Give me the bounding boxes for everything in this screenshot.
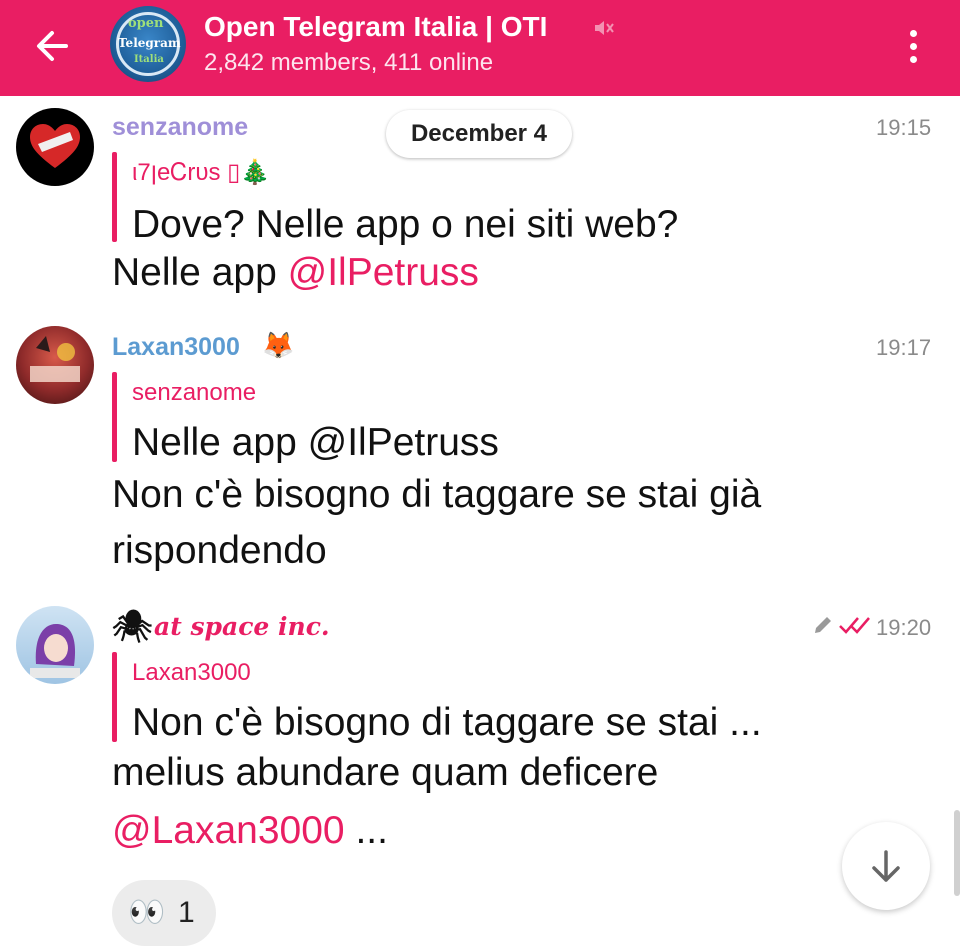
message-text-line-2: @Laxan3000 ... [112, 806, 388, 856]
reply-author[interactable]: Laxan3000 [132, 658, 251, 688]
chat-subtitle: 2,842 members, 411 online [204, 49, 494, 76]
reaction-chip[interactable]: 👀 1 [112, 880, 216, 946]
avatar-text-1: open [128, 16, 164, 31]
chat-title[interactable]: Open Telegram Italia | OTI [204, 10, 547, 44]
sender-badge: 🦊 [262, 330, 295, 360]
scrollbar[interactable] [954, 810, 960, 896]
avatar-text-2: Telegram [118, 36, 181, 50]
reply-bar [112, 372, 117, 462]
message-text: Nelle app @IlPetruss [112, 248, 479, 298]
avatar[interactable] [16, 326, 94, 404]
sender-name[interactable]: senzanome [112, 112, 248, 142]
chat-header: open Telegram Italia Open Telegram Itali… [0, 0, 960, 96]
menu-button[interactable] [898, 24, 930, 68]
heart-icon [30, 124, 80, 168]
avatar[interactable] [16, 606, 94, 684]
group-avatar[interactable]: open Telegram Italia [110, 6, 186, 82]
sender-prefix-icon: 🕷 [112, 608, 153, 644]
anime-avatar-icon [30, 624, 80, 678]
anime-avatar-icon [30, 336, 80, 382]
reply-bar [112, 152, 117, 242]
message-text-tail: ... [344, 809, 388, 852]
reply-bar [112, 652, 117, 742]
arrow-left-icon [37, 31, 68, 61]
arrow-down-icon [872, 850, 900, 882]
pencil-icon [812, 614, 834, 636]
eyes-emoji: 👀 [128, 896, 166, 929]
reply-author[interactable]: senzanome [132, 378, 256, 408]
avatar-text-3: Italia [134, 54, 164, 65]
message-time: 19:15 [876, 115, 932, 140]
scroll-down-button[interactable] [842, 822, 930, 910]
avatar[interactable] [16, 108, 94, 186]
sender-name[interactable]: at space inc. [154, 612, 330, 642]
message-time: 19:17 [876, 335, 932, 360]
muted-speaker-icon [592, 16, 616, 40]
message-time: 19:20 [876, 615, 932, 640]
message-text-line-1: melius abundare quam deficere [112, 751, 659, 794]
message-text-plain: Nelle app [112, 251, 288, 294]
reaction-count: 1 [178, 896, 195, 929]
date-separator: December 4 [386, 110, 572, 158]
mention-link[interactable]: @IlPetruss [288, 251, 479, 294]
double-check-icon [838, 614, 872, 636]
quoted-text: Nelle app @IlPetruss [132, 421, 499, 464]
vertical-dots-icon [910, 43, 917, 50]
sender-name[interactable]: Laxan3000 [112, 332, 240, 362]
quoted-text: Non c'è bisogno di taggare se stai ... [132, 701, 762, 744]
message-text-line-1: Non c'è bisogno di taggare se stai già [112, 473, 762, 516]
vertical-dots-icon [910, 30, 917, 37]
back-button[interactable] [28, 22, 76, 70]
mention-link[interactable]: @Laxan3000 [112, 809, 345, 852]
message-text-line-2: rispondendo [112, 529, 327, 572]
quoted-text: Dove? Nelle app o nei siti web? [132, 203, 679, 246]
reply-author[interactable]: ιן7eᏟrᴜs ▯🎄 [132, 158, 270, 188]
vertical-dots-icon [910, 56, 917, 63]
